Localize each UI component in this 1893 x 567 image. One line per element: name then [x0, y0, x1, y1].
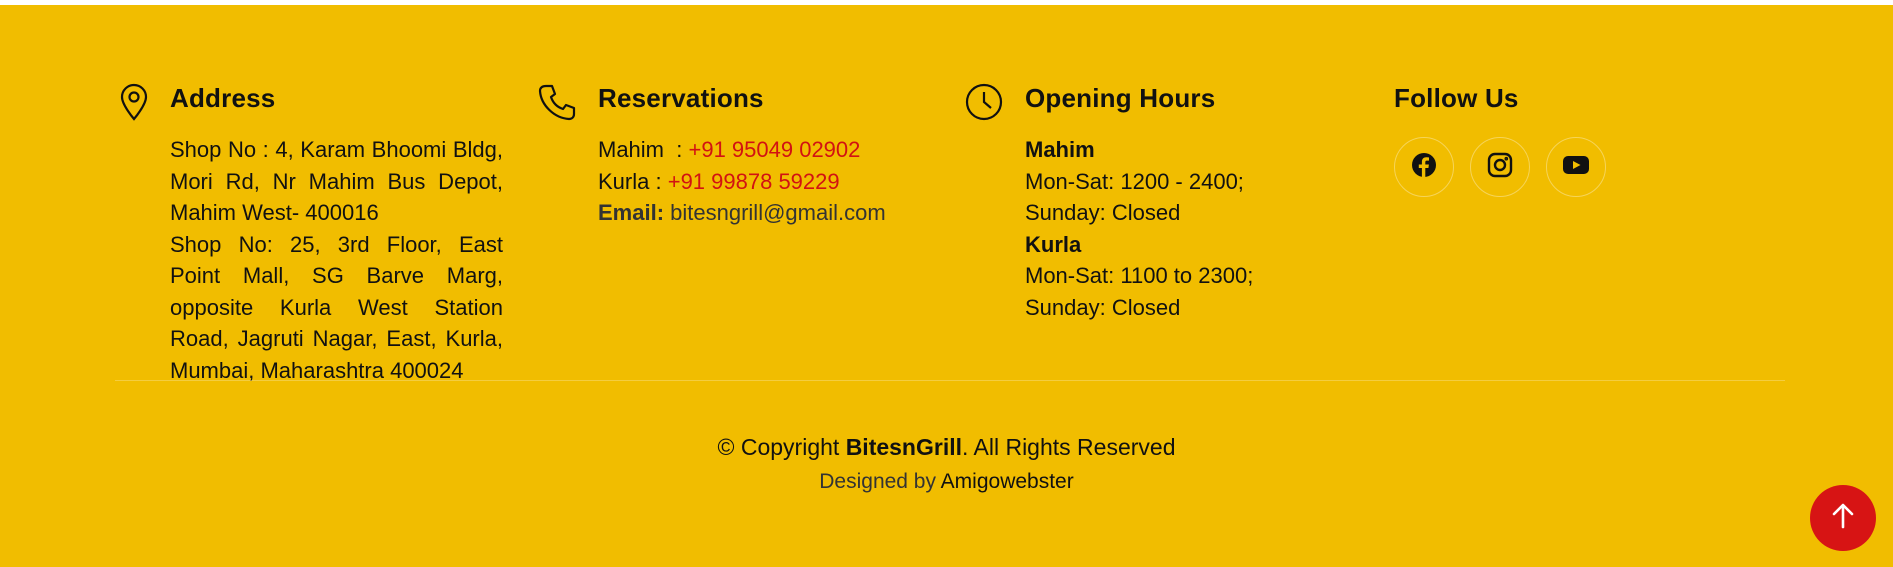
mahim-phone-link[interactable]: +91 95049 02902: [688, 137, 860, 162]
back-to-top-button[interactable]: [1810, 485, 1876, 551]
address-line-kurla: Shop No: 25, 3rd Floor, East Point Mall,…: [170, 231, 503, 383]
footer: Address Shop No : 4, Karam Bhoomi Bldg, …: [0, 5, 1893, 567]
designed-by-text: Designed by Amigowebster: [0, 467, 1893, 497]
map-pin-icon: [115, 83, 153, 125]
address-line-mahim: Shop No : 4, Karam Bhoomi Bldg, Mori Rd,…: [170, 137, 503, 225]
clock-icon: [965, 83, 1003, 125]
kurla-phone-link[interactable]: +91 99878 59229: [668, 169, 840, 194]
designed-by-label: Designed by: [819, 470, 941, 493]
follow-us-title: Follow Us: [1394, 83, 1519, 113]
footer-divider: [115, 380, 1785, 381]
mahim-hours-weekdays: Mon-Sat: 1200 - 2400;: [1025, 168, 1244, 194]
email-label: Email:: [598, 200, 665, 225]
instagram-link[interactable]: [1470, 137, 1530, 197]
facebook-icon: [1411, 152, 1437, 183]
copyright-suffix: . All Rights Reserved: [962, 434, 1176, 460]
phone-icon: [538, 83, 576, 125]
kurla-hours-sunday: Sunday: Closed: [1025, 294, 1181, 320]
reservations-content: Mahim : +91 95049 02902 Kurla : +91 9987…: [598, 134, 938, 229]
mahim-phone-row: Mahim : +91 95049 02902: [598, 134, 938, 166]
facebook-link[interactable]: [1394, 137, 1454, 197]
email-link[interactable]: bitesngrill@gmail.com: [670, 200, 886, 225]
brand-name: BitesnGrill: [845, 434, 962, 460]
mahim-label: Mahim :: [598, 137, 683, 162]
social-links: [1394, 137, 1694, 197]
opening-hours-content: Mahim Mon-Sat: 1200 - 2400; Sunday: Clos…: [1025, 134, 1365, 323]
reservations-column: Reservations Mahim : +91 95049 02902 Kur…: [538, 77, 938, 229]
youtube-icon: [1562, 154, 1590, 181]
arrow-up-icon: [1831, 503, 1855, 534]
address-column: Address Shop No : 4, Karam Bhoomi Bldg, …: [115, 77, 505, 386]
mahim-hours-sunday: Sunday: Closed: [1025, 200, 1181, 225]
kurla-label: Kurla :: [598, 168, 662, 194]
designer-link[interactable]: Amigowebster: [941, 470, 1074, 493]
kurla-hours-weekdays: Mon-Sat: 1100 to 2300;: [1025, 263, 1254, 288]
reservations-title: Reservations: [598, 83, 764, 113]
copyright-text: © Copyright BitesnGrill. All Rights Rese…: [0, 430, 1893, 464]
address-text: Shop No : 4, Karam Bhoomi Bldg, Mori Rd,…: [170, 134, 503, 386]
mahim-hours-title: Mahim: [1025, 137, 1095, 162]
address-title: Address: [170, 83, 276, 113]
opening-hours-title: Opening Hours: [1025, 83, 1216, 113]
kurla-phone-row: Kurla : +91 99878 59229: [598, 166, 938, 198]
copyright-prefix: © Copyright: [717, 434, 846, 460]
instagram-icon: [1487, 152, 1513, 183]
kurla-hours-title: Kurla: [1025, 231, 1082, 257]
follow-us-column: Follow Us: [1394, 77, 1694, 197]
opening-hours-column: Opening Hours Mahim Mon-Sat: 1200 - 2400…: [965, 77, 1365, 323]
youtube-link[interactable]: [1546, 137, 1606, 197]
email-row: Email: bitesngrill@gmail.com: [598, 197, 938, 229]
